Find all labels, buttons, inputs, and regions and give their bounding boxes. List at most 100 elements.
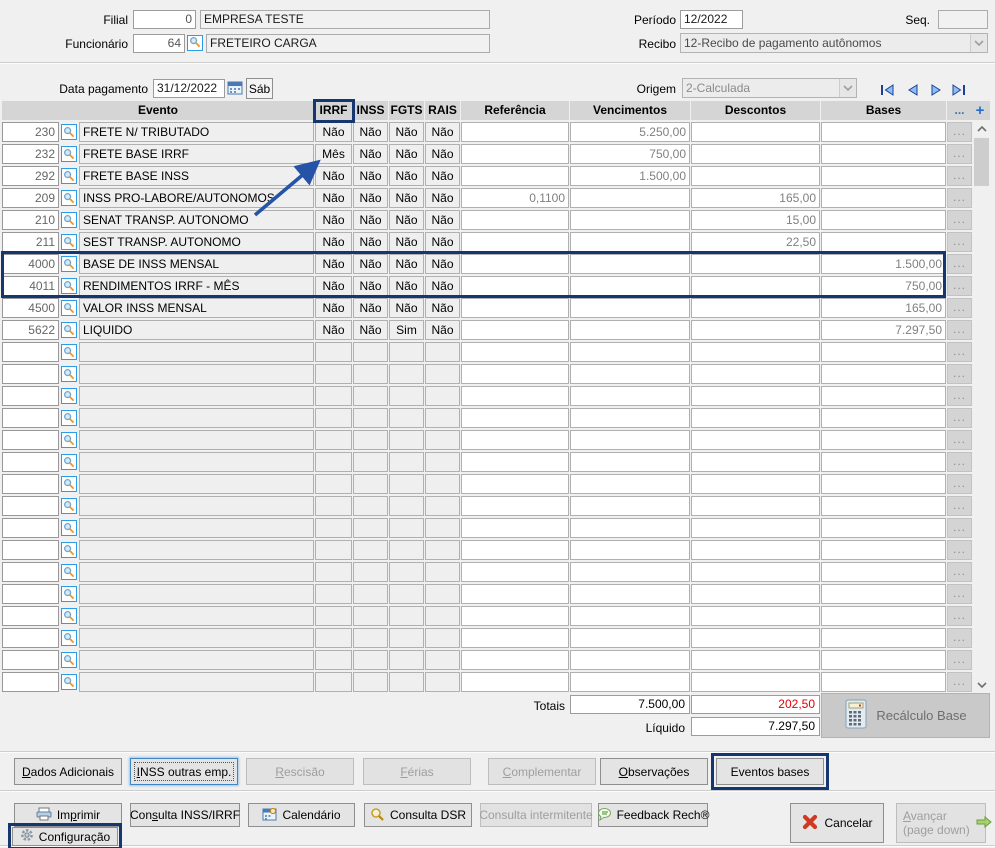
descontos-cell[interactable] [691, 320, 820, 340]
descontos-cell[interactable] [691, 144, 820, 164]
bases-cell[interactable] [821, 342, 946, 362]
bases-cell[interactable]: 165,00 [821, 298, 946, 318]
scroll-down-icon[interactable] [973, 678, 990, 692]
event-lookup-button[interactable] [60, 408, 78, 428]
flag-fgts-cell[interactable] [389, 606, 424, 626]
referencia-cell[interactable] [461, 540, 569, 560]
button-eventos-bases[interactable]: Eventos bases [711, 753, 829, 790]
row-menu-button[interactable]: ... [947, 408, 972, 428]
flag-rais-cell[interactable] [425, 540, 460, 560]
flag-inss-cell[interactable] [353, 430, 388, 450]
vencimentos-cell[interactable] [570, 254, 690, 274]
descontos-cell[interactable] [691, 122, 820, 142]
flag-fgts-cell[interactable] [389, 628, 424, 648]
event-code-input[interactable] [2, 562, 59, 582]
bases-cell[interactable] [821, 364, 946, 384]
bases-cell[interactable] [821, 562, 946, 582]
scroll-up-icon[interactable] [973, 122, 990, 136]
flag-rais-cell[interactable] [425, 518, 460, 538]
flag-inss-cell[interactable] [353, 562, 388, 582]
flag-rais-cell[interactable] [425, 496, 460, 516]
row-menu-button[interactable]: ... [947, 628, 972, 648]
event-code-input[interactable] [2, 496, 59, 516]
event-lookup-button[interactable] [60, 232, 78, 252]
flag-inss-cell[interactable] [353, 364, 388, 384]
row-menu-button[interactable]: ... [947, 298, 972, 318]
referencia-cell[interactable] [461, 210, 569, 230]
descontos-cell[interactable] [691, 672, 820, 692]
flag-irrf-cell[interactable] [315, 474, 352, 494]
row-menu-button[interactable]: ... [947, 188, 972, 208]
flag-rais-cell[interactable] [425, 364, 460, 384]
flag-inss-cell[interactable] [353, 584, 388, 604]
calendar-picker-button[interactable] [227, 80, 243, 98]
referencia-cell[interactable] [461, 298, 569, 318]
referencia-cell[interactable] [461, 650, 569, 670]
column-header-bases[interactable]: Bases [821, 101, 946, 120]
flag-inss-cell[interactable]: Não [353, 276, 388, 296]
event-lookup-button[interactable] [60, 496, 78, 516]
event-name-cell[interactable]: LIQUIDO [79, 320, 314, 340]
event-lookup-button[interactable] [60, 474, 78, 494]
vencimentos-cell[interactable] [570, 606, 690, 626]
flag-rais-cell[interactable] [425, 606, 460, 626]
button-dados-adicionais[interactable]: Dados Adicionais [14, 758, 122, 785]
bases-cell[interactable] [821, 650, 946, 670]
descontos-cell[interactable] [691, 254, 820, 274]
event-code-input[interactable]: 230 [2, 122, 59, 142]
event-code-input[interactable] [2, 474, 59, 494]
descontos-cell[interactable] [691, 650, 820, 670]
flag-irrf-cell[interactable]: Mês [315, 144, 352, 164]
referencia-cell[interactable] [461, 276, 569, 296]
event-code-input[interactable] [2, 540, 59, 560]
flag-inss-cell[interactable]: Não [353, 210, 388, 230]
event-code-input[interactable]: 5622 [2, 320, 59, 340]
flag-rais-cell[interactable] [425, 562, 460, 582]
flag-fgts-cell[interactable] [389, 474, 424, 494]
bases-cell[interactable] [821, 408, 946, 428]
flag-rais-cell[interactable] [425, 408, 460, 428]
referencia-cell[interactable] [461, 122, 569, 142]
flag-irrf-cell[interactable]: Não [315, 320, 352, 340]
vencimentos-cell[interactable]: 5.250,00 [570, 122, 690, 142]
event-name-cell[interactable] [79, 430, 314, 450]
flag-fgts-cell[interactable] [389, 650, 424, 670]
event-lookup-button[interactable] [60, 628, 78, 648]
row-menu-button[interactable]: ... [947, 210, 972, 230]
flag-inss-cell[interactable] [353, 518, 388, 538]
descontos-cell[interactable]: 15,00 [691, 210, 820, 230]
referencia-cell[interactable] [461, 584, 569, 604]
flag-inss-cell[interactable] [353, 496, 388, 516]
bases-cell[interactable] [821, 518, 946, 538]
bases-cell[interactable] [821, 210, 946, 230]
flag-irrf-cell[interactable] [315, 496, 352, 516]
referencia-cell[interactable] [461, 474, 569, 494]
flag-inss-cell[interactable]: Não [353, 254, 388, 274]
button-calend-rio[interactable]: Calendário [248, 803, 355, 827]
row-menu-button[interactable]: ... [947, 122, 972, 142]
event-code-input[interactable] [2, 408, 59, 428]
flag-fgts-cell[interactable] [389, 672, 424, 692]
referencia-cell[interactable] [461, 408, 569, 428]
origem-dropdown[interactable]: 2-Calculada [682, 78, 857, 98]
flag-fgts-cell[interactable] [389, 408, 424, 428]
flag-fgts-cell[interactable]: Não [389, 188, 424, 208]
row-menu-button[interactable]: ... [947, 342, 972, 362]
column-header-descontos[interactable]: Descontos [691, 101, 820, 120]
referencia-cell[interactable] [461, 452, 569, 472]
event-lookup-button[interactable] [60, 364, 78, 384]
flag-irrf-cell[interactable]: Não [315, 232, 352, 252]
event-name-cell[interactable] [79, 628, 314, 648]
flag-irrf-cell[interactable]: Não [315, 298, 352, 318]
vencimentos-cell[interactable] [570, 518, 690, 538]
row-menu-button[interactable]: ... [947, 430, 972, 450]
flag-rais-cell[interactable] [425, 584, 460, 604]
event-name-cell[interactable]: VALOR INSS MENSAL [79, 298, 314, 318]
descontos-cell[interactable] [691, 408, 820, 428]
bases-cell[interactable] [821, 166, 946, 186]
event-name-cell[interactable] [79, 452, 314, 472]
flag-irrf-cell[interactable] [315, 540, 352, 560]
descontos-cell[interactable]: 22,50 [691, 232, 820, 252]
event-name-cell[interactable] [79, 496, 314, 516]
column-header-evento[interactable]: Evento [2, 101, 314, 120]
